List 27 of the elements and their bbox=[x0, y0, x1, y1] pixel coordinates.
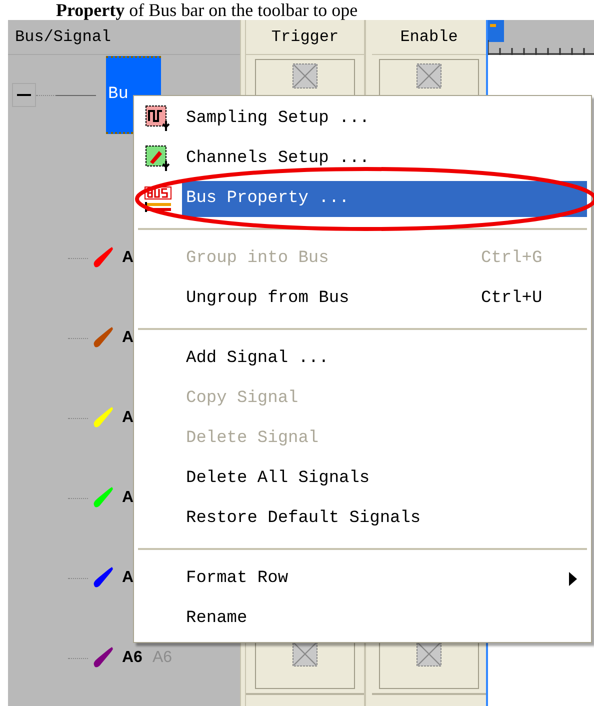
menu-item[interactable]: Channels Setup ... bbox=[182, 141, 587, 177]
disabled-cell-icon bbox=[292, 641, 318, 667]
menu-item[interactable]: Restore Default Signals bbox=[182, 501, 587, 537]
signal-label[interactable]: A bbox=[122, 566, 134, 590]
column-header: Enable bbox=[400, 27, 458, 48]
signal-label[interactable]: A bbox=[122, 326, 134, 350]
menu-item[interactable]: Sampling Setup ... bbox=[182, 101, 587, 137]
collapse-icon[interactable] bbox=[12, 83, 36, 107]
disabled-cell-icon bbox=[292, 63, 318, 89]
signal-label[interactable]: A bbox=[122, 486, 134, 510]
menu-item[interactable]: Ungroup from Bus Ctrl+U bbox=[182, 281, 587, 317]
signal-label[interactable]: A6 bbox=[122, 646, 142, 670]
menu-item[interactable]: Rename bbox=[182, 601, 587, 637]
signal-label[interactable]: A bbox=[122, 406, 134, 430]
column-header: Trigger bbox=[271, 27, 339, 48]
menu-item[interactable]: Delete All Signals bbox=[182, 461, 587, 497]
waveform-icon bbox=[145, 105, 171, 133]
signal-label[interactable]: A bbox=[122, 246, 134, 270]
disabled-cell-icon bbox=[416, 63, 442, 89]
probe-icon bbox=[145, 145, 171, 173]
menu-item[interactable]: Bus Property ... bbox=[182, 181, 587, 217]
submenu-arrow-icon bbox=[569, 572, 577, 586]
menu-item[interactable]: Format Row bbox=[182, 561, 587, 597]
column-header: Bus/Signal bbox=[15, 27, 112, 48]
menu-item[interactable]: Add Signal ... bbox=[182, 341, 587, 377]
disabled-cell-icon bbox=[416, 641, 442, 667]
caption-text: Property of Bus bar on the toolbar to ope bbox=[56, 0, 358, 20]
